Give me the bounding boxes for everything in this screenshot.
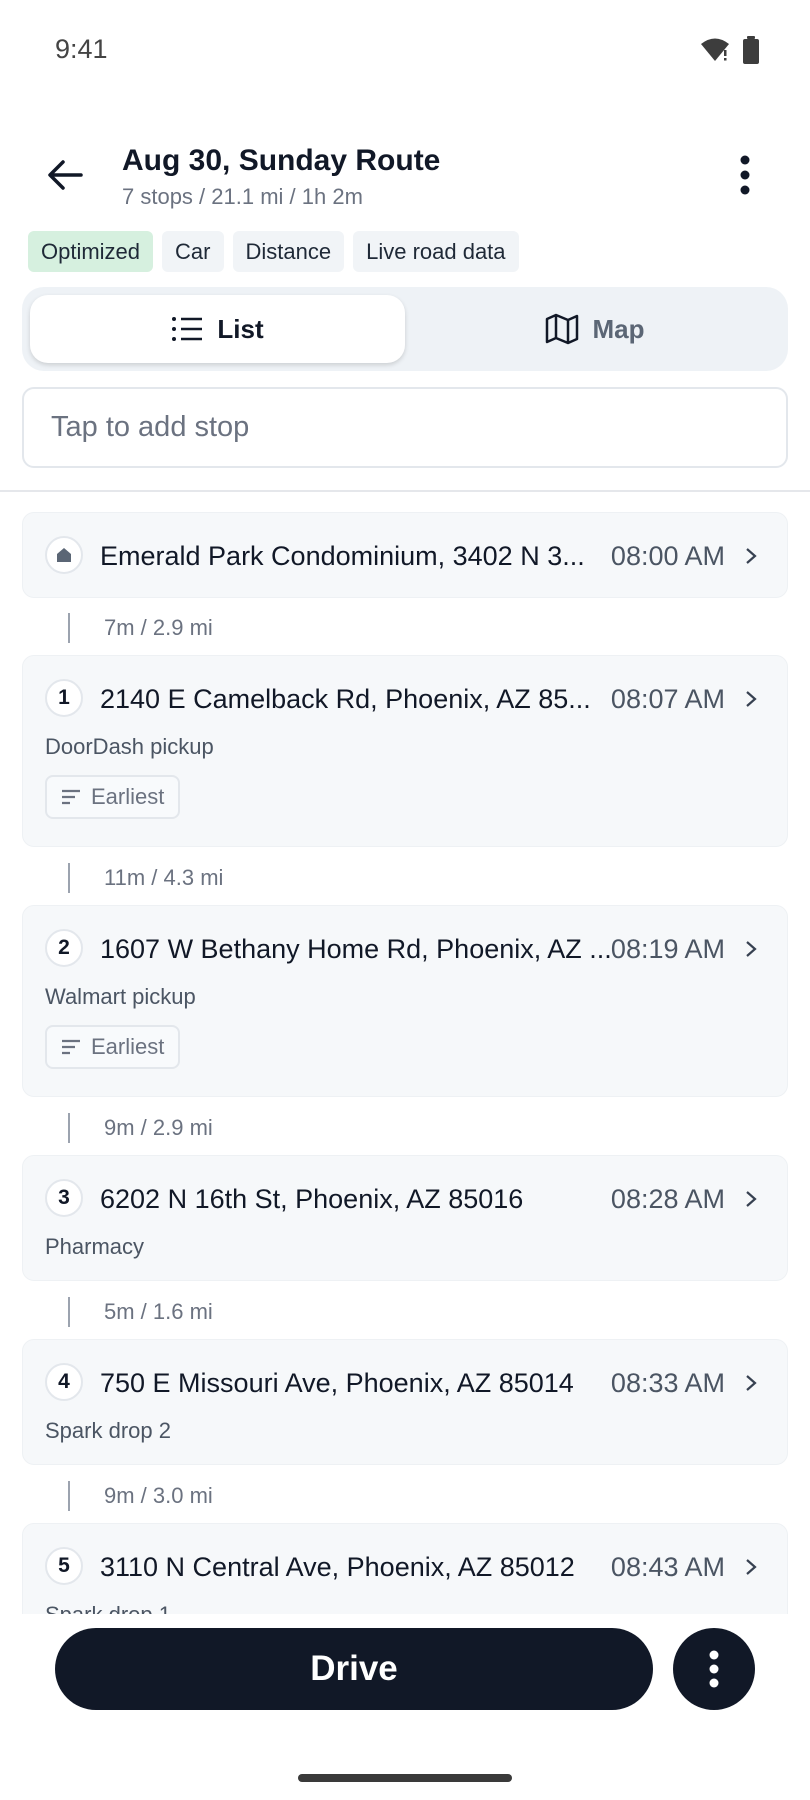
chevron-right-icon xyxy=(741,1557,761,1577)
stop-time: 08:33 AM xyxy=(610,1368,725,1398)
drive-button[interactable]: Drive xyxy=(55,1628,653,1710)
time-window-chip: Earliest xyxy=(45,1025,181,1069)
stop-note: Pharmacy xyxy=(45,1234,145,1259)
leg-duration: 7m / 2.9 mi xyxy=(104,615,213,640)
route-header: Aug 30, Sunday Route 7 stops / 21.1 mi /… xyxy=(0,130,810,220)
time-window-label: Earliest xyxy=(91,784,165,809)
stop-card-4[interactable]: 4 750 E Missouri Ave, Phoenix, AZ 85014 … xyxy=(22,1339,788,1465)
route-tags: Optimized Car Distance Live road data xyxy=(28,231,519,272)
stop-badge: 3 xyxy=(45,1179,83,1217)
stop-address: 2140 E Camelback Rd, Phoenix, AZ 85... xyxy=(100,684,591,714)
stop-address: Emerald Park Condominium, 3402 N 3... xyxy=(100,541,585,571)
tag-live-road-data: Live road data xyxy=(353,231,519,272)
tab-list[interactable]: List xyxy=(30,295,405,363)
home-icon xyxy=(57,548,71,562)
stop-time: 08:28 AM xyxy=(610,1184,725,1214)
stop-address: 6202 N 16th St, Phoenix, AZ 85016 xyxy=(100,1184,524,1214)
add-stop-input[interactable]: Tap to add stop xyxy=(22,387,788,468)
tab-map-label: Map xyxy=(592,313,645,344)
stop-address: 1607 W Bethany Home Rd, Phoenix, AZ ... xyxy=(100,934,612,964)
battery-icon xyxy=(742,36,760,69)
stop-badge: 1 xyxy=(45,679,83,717)
stop-card-2[interactable]: 2 1607 W Bethany Home Rd, Phoenix, AZ ..… xyxy=(22,905,788,1097)
tag-distance: Distance xyxy=(232,231,345,272)
bottom-action-bar: Drive xyxy=(0,1614,810,1800)
status-bar: 9:41 xyxy=(0,0,810,100)
stop-card-5[interactable]: 5 3110 N Central Ave, Phoenix, AZ 85012 … xyxy=(22,1523,788,1614)
wifi-icon xyxy=(700,37,730,68)
stop-address: 3110 N Central Ave, Phoenix, AZ 85012 xyxy=(100,1552,575,1582)
chevron-right-icon xyxy=(741,689,761,709)
stop-note: Spark drop 2 xyxy=(45,1418,171,1443)
map-icon xyxy=(545,313,578,345)
stop-badge xyxy=(45,536,83,574)
home-indicator[interactable] xyxy=(298,1774,512,1782)
list-icon xyxy=(172,317,203,341)
time-window-label: Earliest xyxy=(91,1034,165,1059)
time-window-chip: Earliest xyxy=(45,775,181,819)
chevron-right-icon xyxy=(741,1189,761,1209)
leg-duration: 9m / 3.0 mi xyxy=(104,1483,213,1508)
sort-icon xyxy=(62,1039,80,1055)
stop-card-3[interactable]: 3 6202 N 16th St, Phoenix, AZ 85016 08:2… xyxy=(22,1155,788,1281)
more-vertical-icon xyxy=(709,1650,719,1688)
stop-note: Walmart pickup xyxy=(45,984,196,1009)
leg-duration: 9m / 2.9 mi xyxy=(104,1115,213,1140)
back-button[interactable] xyxy=(40,150,90,200)
leg-duration: 11m / 4.3 mi xyxy=(104,865,224,890)
stop-badge: 5 xyxy=(45,1547,83,1585)
tab-map[interactable]: Map xyxy=(407,295,782,363)
arrow-left-icon xyxy=(48,160,83,190)
tag-optimized: Optimized xyxy=(28,231,154,272)
stop-time: 08:00 AM xyxy=(610,541,725,571)
more-options-button[interactable] xyxy=(720,150,770,200)
chevron-right-icon xyxy=(741,546,761,566)
page-title: Aug 30, Sunday Route xyxy=(122,144,441,177)
stop-time: 08:19 AM xyxy=(610,934,725,964)
status-icons xyxy=(700,36,760,69)
stop-badge: 4 xyxy=(45,1363,83,1401)
sort-icon xyxy=(62,789,80,805)
stop-note: DoorDash pickup xyxy=(45,734,214,759)
view-toggle: List Map xyxy=(22,287,788,371)
stop-note: Spark drop 1 xyxy=(45,1602,171,1614)
drive-options-button[interactable] xyxy=(673,1628,755,1710)
chevron-right-icon xyxy=(741,939,761,959)
more-vertical-icon xyxy=(740,155,750,195)
stop-card-start[interactable]: Emerald Park Condominium, 3402 N 3... 08… xyxy=(22,512,788,598)
stop-badge: 2 xyxy=(45,929,83,967)
tab-list-label: List xyxy=(217,313,264,344)
route-summary: 7 stops / 21.1 mi / 1h 2m xyxy=(122,184,363,209)
tag-car: Car xyxy=(162,231,224,272)
stop-card-1[interactable]: 1 2140 E Camelback Rd, Phoenix, AZ 85...… xyxy=(22,655,788,847)
chevron-right-icon xyxy=(741,1373,761,1393)
stop-address: 750 E Missouri Ave, Phoenix, AZ 85014 xyxy=(100,1368,574,1398)
stop-time: 08:43 AM xyxy=(610,1552,725,1582)
status-time: 9:41 xyxy=(55,34,108,64)
leg-duration: 5m / 1.6 mi xyxy=(104,1299,213,1324)
stop-time: 08:07 AM xyxy=(610,684,725,714)
stop-list: Emerald Park Condominium, 3402 N 3... 08… xyxy=(0,492,810,1614)
